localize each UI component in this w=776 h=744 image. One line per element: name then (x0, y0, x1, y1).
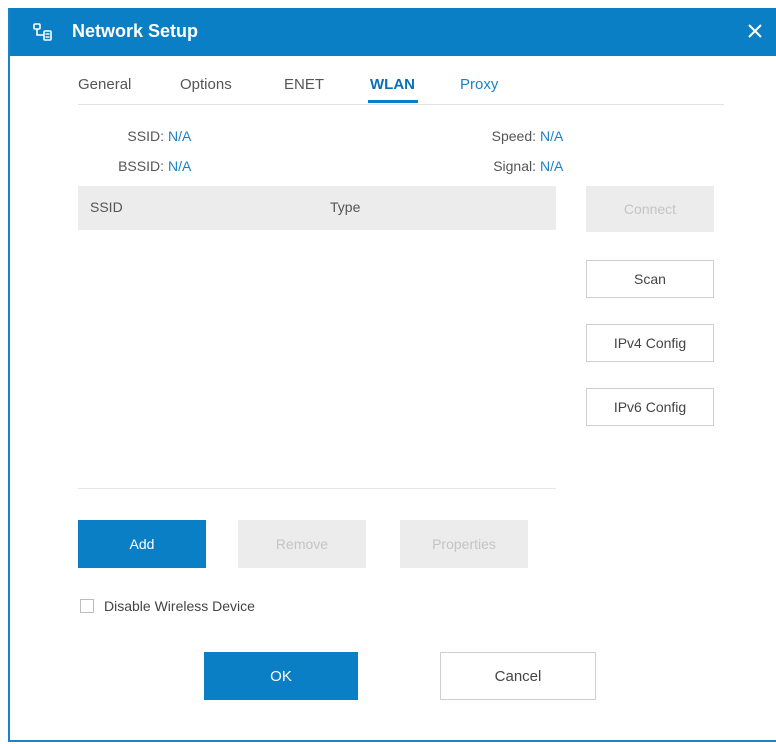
title-bar: Network Setup (10, 8, 776, 56)
scan-button[interactable]: Scan (586, 260, 714, 298)
speed-label: Speed: (491, 128, 536, 144)
network-table-body[interactable] (78, 230, 556, 488)
bssid-value: N/A (168, 158, 192, 174)
remove-button[interactable]: Remove (238, 520, 366, 568)
properties-button[interactable]: Properties (400, 520, 528, 568)
add-button[interactable]: Add (78, 520, 206, 568)
close-icon[interactable] (740, 16, 770, 46)
network-setup-icon (32, 22, 54, 44)
ipv4-config-button[interactable]: IPv4 Config (586, 324, 714, 362)
signal-value: N/A (540, 158, 564, 174)
tab-options[interactable]: Options (180, 76, 232, 93)
connect-button[interactable]: Connect (586, 186, 714, 232)
disable-wireless-checkbox[interactable] (80, 599, 94, 613)
bssid-info: BSSID: N/A (100, 158, 191, 174)
speed-value: N/A (540, 128, 564, 144)
network-table-header: SSID Type (78, 186, 556, 230)
disable-wireless-row[interactable]: Disable Wireless Device (80, 598, 255, 614)
tab-enet[interactable]: ENET (284, 76, 324, 93)
cancel-button[interactable]: Cancel (440, 652, 596, 700)
ipv6-config-button[interactable]: IPv6 Config (586, 388, 714, 426)
ok-button[interactable]: OK (204, 652, 358, 700)
column-type[interactable]: Type (330, 199, 360, 215)
ssid-value: N/A (168, 128, 192, 144)
network-setup-dialog: Network Setup General Options ENET WLAN … (8, 8, 776, 742)
ssid-info: SSID: N/A (100, 128, 191, 144)
disable-wireless-label[interactable]: Disable Wireless Device (104, 598, 255, 614)
table-divider (78, 488, 556, 489)
ssid-label: SSID: (127, 128, 164, 144)
tab-wlan[interactable]: WLAN (370, 76, 415, 93)
signal-info: Signal: N/A (470, 158, 563, 174)
active-tab-indicator (368, 100, 418, 103)
column-ssid[interactable]: SSID (90, 199, 123, 215)
tab-general[interactable]: General (78, 76, 131, 93)
dialog-title: Network Setup (72, 21, 199, 41)
speed-info: Speed: N/A (470, 128, 564, 144)
bssid-label: BSSID: (118, 158, 164, 174)
signal-label: Signal: (493, 158, 536, 174)
tab-proxy[interactable]: Proxy (460, 76, 498, 93)
